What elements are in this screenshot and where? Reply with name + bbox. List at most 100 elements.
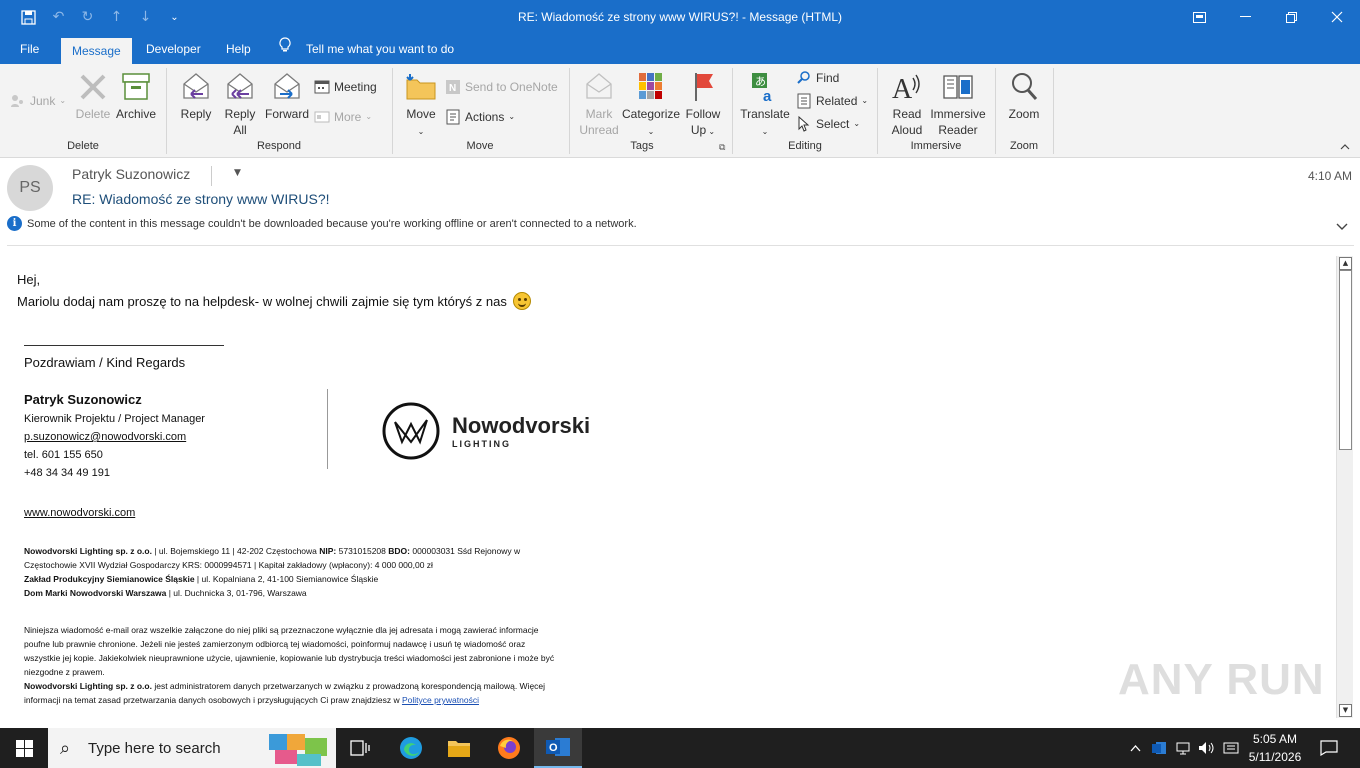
categorize-button[interactable]: Categorize ⌄	[622, 70, 680, 140]
signature-name: Patryk Suzonowicz	[24, 392, 142, 407]
signature-phone-office: +48 34 34 49 191	[24, 467, 110, 479]
privacy-policy-link[interactable]: Polityce prywatności	[402, 695, 479, 705]
immersive-reader-icon	[943, 75, 973, 99]
find-button[interactable]: Find	[796, 68, 839, 88]
firefox-icon[interactable]	[485, 728, 533, 768]
avatar[interactable]: PS	[7, 165, 53, 211]
junk-icon	[10, 93, 26, 109]
vertical-scrollbar[interactable]: ▲ ▼	[1336, 256, 1353, 718]
flag-icon	[695, 73, 713, 101]
tab-message[interactable]: Message	[61, 38, 132, 64]
notifications-icon[interactable]	[1314, 728, 1344, 768]
search-icon: ⌕	[60, 737, 71, 759]
tell-me-search[interactable]: Tell me what you want to do	[306, 34, 454, 64]
ribbon: Junk ⌄ Delete Archive Delete Reply Reply …	[0, 64, 1360, 158]
message-subject: RE: Wiadomość ze strony www WIRUS?!	[72, 191, 330, 207]
reply-button[interactable]: Reply	[176, 70, 216, 122]
signature-email-link[interactable]: p.suzonowicz@nowodvorski.com	[24, 431, 186, 443]
editing-group-label: Editing	[788, 140, 822, 152]
svg-text:あ: あ	[755, 75, 766, 88]
info-icon: i	[7, 216, 22, 231]
task-view-icon[interactable]	[336, 728, 384, 768]
watermark-logo: ANY RUN	[1118, 655, 1325, 704]
move-button[interactable]: Move ⌄	[402, 70, 440, 140]
signature-role: Kierownik Projektu / Project Manager	[24, 413, 205, 425]
tab-help[interactable]: Help	[215, 34, 262, 64]
ribbon-separator	[995, 68, 996, 154]
immersive-group-label: Immersive	[910, 140, 962, 152]
message-body: Hej, Mariolu dodaj nam proszę to na help…	[0, 256, 1336, 718]
edge-browser-icon[interactable]	[387, 728, 435, 768]
file-explorer-icon[interactable]	[435, 728, 483, 768]
windows-start-icon[interactable]	[0, 728, 48, 768]
related-button[interactable]: Related ⌄	[796, 91, 868, 111]
info-bar-text: Some of the content in this message coul…	[27, 217, 637, 230]
tags-dialog-launcher-icon[interactable]: ⧉	[719, 143, 725, 153]
header-divider	[7, 245, 1354, 246]
onenote-icon: N	[445, 79, 461, 95]
scroll-thumb[interactable]	[1339, 270, 1352, 450]
greeting: Hej,	[17, 272, 41, 287]
read-aloud-button[interactable]: A Read Aloud	[887, 70, 927, 138]
outlook-tray-icon[interactable]	[1148, 728, 1170, 768]
immersive-reader-button[interactable]: Immersive Reader	[929, 70, 987, 138]
logo-subtitle: LIGHTING	[452, 439, 511, 449]
ribbon-tabs: File Message Developer Help Tell me what…	[0, 34, 1360, 64]
sender-name[interactable]: Patryk Suzonowicz	[72, 166, 190, 182]
reply-all-button[interactable]: Reply All	[220, 70, 260, 138]
taskbar-search-box[interactable]: ⌕ Type here to search	[48, 728, 336, 768]
show-hidden-icons-chevron-icon[interactable]	[1126, 728, 1144, 768]
close-button[interactable]	[1314, 0, 1360, 34]
select-button[interactable]: Select ⌄	[796, 114, 860, 134]
scroll-down-icon[interactable]: ▼	[1339, 704, 1352, 717]
outlook-icon[interactable]: O	[534, 728, 582, 768]
actions-icon	[445, 109, 461, 125]
input-method-icon[interactable]	[1220, 728, 1242, 768]
tab-developer[interactable]: Developer	[135, 34, 212, 64]
svg-text:A: A	[892, 74, 913, 104]
taskbar-clock[interactable]: 5:05 AM 5/11/2026	[1240, 730, 1310, 766]
smiley-emoji-icon	[512, 292, 531, 310]
clock-date: 5/11/2026	[1248, 750, 1302, 764]
more-respond-button[interactable]: More ⌄	[314, 107, 372, 127]
company-logo: Nowodvorski LIGHTING	[382, 402, 590, 460]
info-bar[interactable]: i Some of the content in this message co…	[7, 216, 637, 231]
follow-up-button[interactable]: Follow Up ⌄	[683, 70, 723, 140]
ribbon-separator	[392, 68, 393, 154]
zoom-button[interactable]: Zoom	[1004, 70, 1044, 122]
ribbon-display-options-icon[interactable]	[1176, 0, 1222, 34]
move-group-label: Move	[466, 140, 494, 152]
archive-button[interactable]: Archive	[114, 70, 158, 122]
send-to-onenote-button[interactable]: N Send to OneNote	[445, 77, 558, 97]
network-icon[interactable]	[1172, 728, 1194, 768]
forward-button[interactable]: Forward	[264, 70, 310, 122]
svg-text:O: O	[549, 742, 558, 754]
ribbon-separator	[1053, 68, 1054, 154]
delete-button[interactable]: Delete	[72, 70, 114, 122]
minimize-button[interactable]	[1222, 0, 1268, 34]
message-time: 4:10 AM	[1307, 169, 1352, 183]
divider	[211, 166, 212, 186]
body-text: Mariolu dodaj nam proszę to na helpdesk-…	[17, 293, 507, 309]
actions-button[interactable]: Actions ⌄	[445, 107, 515, 127]
related-icon	[796, 93, 812, 109]
lightbulb-icon	[279, 34, 291, 64]
collapse-ribbon-icon[interactable]	[1340, 142, 1350, 153]
scroll-up-icon[interactable]: ▲	[1339, 257, 1352, 270]
respond-group-label: Respond	[256, 140, 302, 152]
mark-unread-icon	[586, 73, 612, 99]
mark-unread-button[interactable]: Mark Unread	[578, 70, 620, 138]
tab-file[interactable]: File	[9, 34, 50, 64]
expand-header-icon[interactable]	[1336, 220, 1348, 234]
volume-icon[interactable]	[1196, 728, 1218, 768]
window-title: RE: Wiadomość ze strony www WIRUS?! - Me…	[517, 10, 843, 24]
junk-button[interactable]: Junk ⌄	[10, 91, 66, 111]
chevron-down-icon[interactable]: ▼	[234, 168, 241, 178]
archive-icon	[122, 73, 150, 100]
svg-text:N: N	[449, 83, 456, 94]
translate-button[interactable]: あa Translate ⌄	[740, 70, 790, 140]
restore-button[interactable]	[1268, 0, 1314, 34]
reply-all-icon	[227, 73, 253, 99]
signature-website-link[interactable]: www.nowodvorski.com	[24, 507, 135, 519]
meeting-button[interactable]: Meeting	[314, 77, 377, 97]
